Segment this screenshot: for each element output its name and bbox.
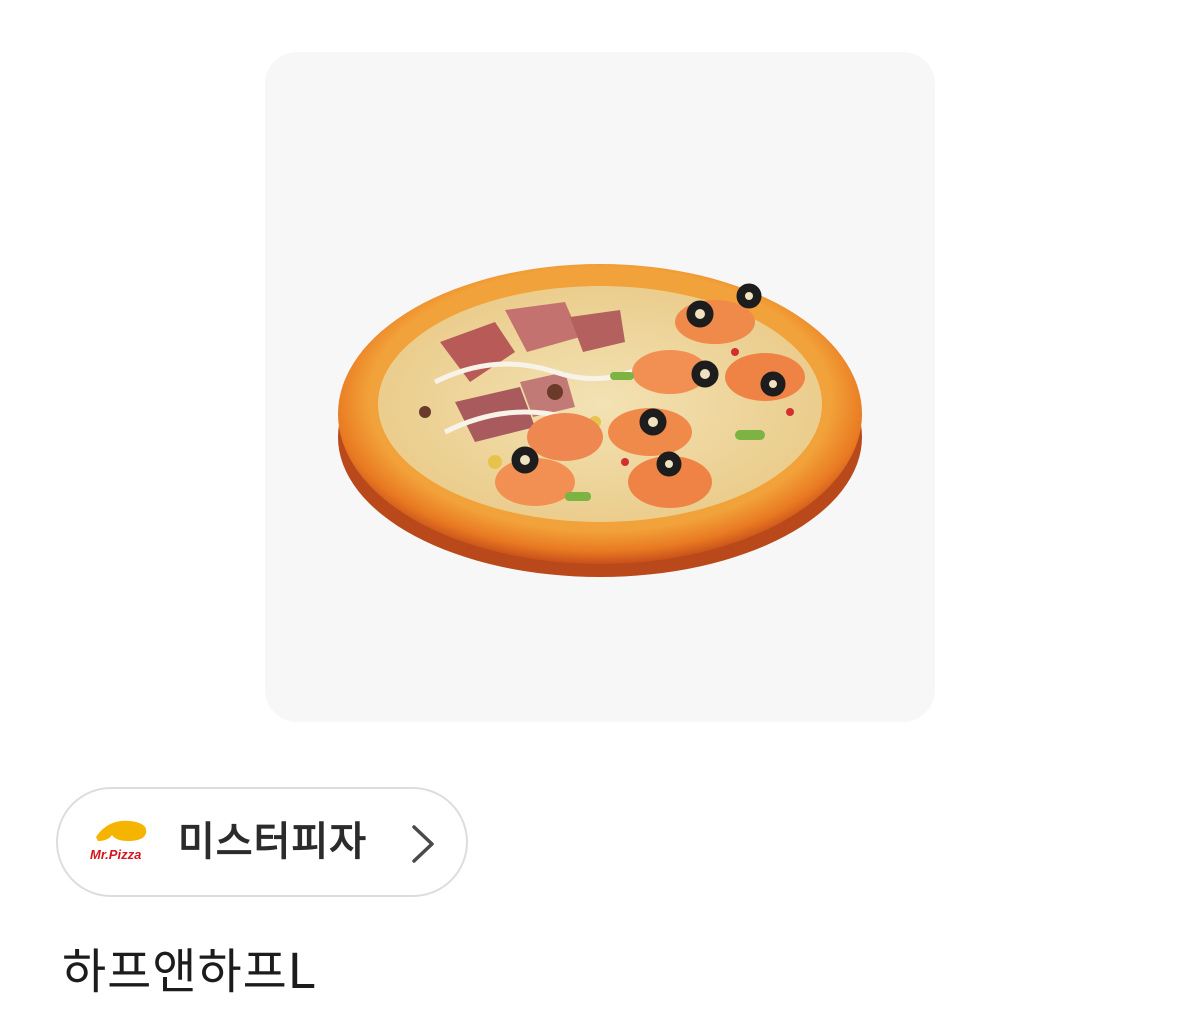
brand-chip[interactable]: Mr.Pizza 미스터피자 bbox=[56, 787, 468, 897]
chevron-right-icon bbox=[412, 825, 434, 863]
svg-text:Mr.Pizza: Mr.Pizza bbox=[90, 847, 141, 862]
brand-name: 미스터피자 bbox=[178, 819, 367, 865]
product-title: 하프앤하프L bbox=[62, 944, 316, 1000]
pizza-image bbox=[338, 264, 862, 577]
product-image bbox=[265, 52, 935, 722]
mr-pizza-logo: Mr.Pizza bbox=[90, 820, 147, 862]
